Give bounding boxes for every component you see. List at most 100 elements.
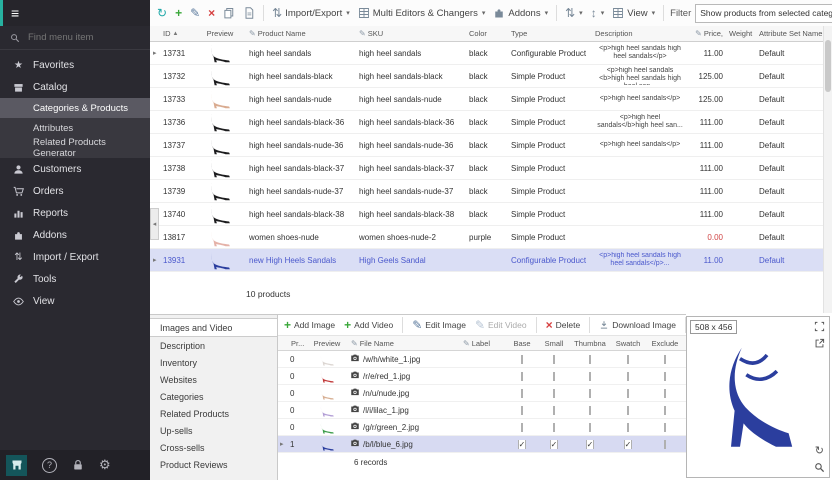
- checkbox[interactable]: [521, 355, 523, 364]
- checkbox[interactable]: [664, 372, 666, 381]
- checkbox[interactable]: [553, 355, 555, 364]
- table-row[interactable]: 13732 high heel sandals-black high heel …: [150, 65, 824, 88]
- table-row[interactable]: 13740 high heel sandals-black-38 high he…: [150, 203, 824, 226]
- tab-images-and-video[interactable]: Images and Video: [150, 318, 277, 337]
- checkbox[interactable]: [589, 372, 591, 381]
- open-external-button[interactable]: [814, 338, 825, 349]
- table-row[interactable]: 13738 high heel sandals-black-37 high he…: [150, 157, 824, 180]
- tab-cross-sells[interactable]: Cross-sells: [150, 439, 277, 456]
- paste-button[interactable]: [241, 5, 257, 21]
- sidebar-item-related-products-generator[interactable]: Related Products Generator: [0, 138, 150, 158]
- base-checkbox[interactable]: [506, 355, 538, 364]
- column-header-preview[interactable]: Preview: [194, 26, 246, 41]
- multi-editors-menu[interactable]: Multi Editors & Changers ▾: [356, 5, 488, 21]
- refresh-button[interactable]: ↻: [155, 5, 169, 21]
- thumbnail-checkbox[interactable]: [570, 389, 610, 398]
- checkbox[interactable]: [627, 372, 629, 381]
- base-checkbox[interactable]: [506, 406, 538, 415]
- media-row[interactable]: 0 /w/h/white_1.jpg: [278, 351, 686, 368]
- checkbox-checked[interactable]: ✓: [518, 440, 527, 449]
- small-checkbox[interactable]: ✓: [538, 440, 570, 449]
- exclude-checkbox[interactable]: [646, 406, 684, 415]
- addons-menu[interactable]: Addons ▾: [491, 5, 550, 21]
- checkbox[interactable]: [589, 389, 591, 398]
- column-header-exclude[interactable]: Exclude: [646, 336, 684, 350]
- media-row[interactable]: 0 /r/e/red_1.jpg: [278, 368, 686, 385]
- grid-scrollbar[interactable]: [823, 26, 832, 313]
- column-header-label[interactable]: ✎Label: [460, 336, 506, 350]
- add-image-button[interactable]: +Add Image: [282, 317, 337, 333]
- column-header-product-name[interactable]: ✎ Product Name: [246, 26, 356, 41]
- checkbox[interactable]: [521, 389, 523, 398]
- sidebar-item-catalog[interactable]: Catalog: [0, 76, 150, 98]
- thumbnail-checkbox[interactable]: [570, 372, 610, 381]
- media-row[interactable]: 0 /g/r/green_2.jpg: [278, 419, 686, 436]
- tab-description[interactable]: Description: [150, 337, 277, 354]
- scrollbar-thumb[interactable]: [825, 40, 831, 92]
- checkbox-checked[interactable]: ✓: [586, 440, 595, 449]
- column-header-id[interactable]: ID ▲: [160, 26, 194, 41]
- tab-inventory[interactable]: Inventory: [150, 354, 277, 371]
- category-filter-select[interactable]: Show products from selected categories ▾: [695, 4, 832, 23]
- small-checkbox[interactable]: [538, 372, 570, 381]
- column-header-type[interactable]: Type: [508, 26, 592, 41]
- fullscreen-button[interactable]: [814, 321, 825, 332]
- table-row[interactable]: 13739 high heel sandals-nude-37 high hee…: [150, 180, 824, 203]
- column-header-file-name[interactable]: ✎File Name: [348, 336, 460, 350]
- tab-websites[interactable]: Websites: [150, 371, 277, 388]
- sidebar-item-attributes[interactable]: Attributes: [0, 118, 150, 138]
- table-row[interactable]: 13737 high heel sandals-nude-36 high hee…: [150, 134, 824, 157]
- checkbox[interactable]: [521, 406, 523, 415]
- checkbox[interactable]: [521, 423, 523, 432]
- sidebar-item-favorites[interactable]: ★ Favorites: [0, 54, 150, 76]
- row-expander-icon[interactable]: ▸: [150, 256, 160, 264]
- zoom-button[interactable]: [814, 462, 825, 473]
- exclude-checkbox[interactable]: [646, 389, 684, 398]
- sidebar-item-categories-products[interactable]: Categories & Products: [0, 98, 150, 118]
- exclude-checkbox[interactable]: [646, 423, 684, 432]
- import-export-menu[interactable]: ⇅ Import/Export ▾: [270, 5, 352, 21]
- column-header-base[interactable]: Base: [506, 336, 538, 350]
- rotate-button[interactable]: ↻: [815, 446, 824, 457]
- edit-video-button[interactable]: ✎Edit Video: [473, 317, 529, 333]
- copy-button[interactable]: [221, 5, 237, 21]
- table-row[interactable]: 13733 high heel sandals-nude high heel s…: [150, 88, 824, 111]
- expand-menu-button[interactable]: ↕ ▾: [589, 5, 607, 21]
- base-checkbox[interactable]: [506, 389, 538, 398]
- sidebar-item-orders[interactable]: Orders: [0, 180, 150, 202]
- swatch-checkbox[interactable]: ✓: [610, 440, 646, 449]
- exclude-checkbox[interactable]: [646, 355, 684, 364]
- small-checkbox[interactable]: [538, 406, 570, 415]
- checkbox[interactable]: [553, 372, 555, 381]
- settings-button[interactable]: ⚙: [99, 457, 111, 473]
- column-header-attribute-set[interactable]: Attribute Set Name: [756, 26, 824, 41]
- row-expander-icon[interactable]: ▸: [150, 49, 160, 57]
- sidebar-item-import-export[interactable]: ⇅ Import / Export: [0, 246, 150, 268]
- column-header-swatch[interactable]: Swatch: [610, 336, 646, 350]
- thumbnail-checkbox[interactable]: ✓: [570, 440, 610, 449]
- edit-image-button[interactable]: ✎Edit Image: [410, 317, 468, 333]
- tab-related-products[interactable]: Related Products: [150, 405, 277, 422]
- column-header-price[interactable]: ✎ Price,: [688, 26, 726, 41]
- media-row-selected[interactable]: ▸ 1 /b/l/blue_6.jpg ✓ ✓ ✓ ✓: [278, 436, 686, 453]
- sort-menu-button[interactable]: ⇅ ▾: [563, 5, 585, 21]
- lock-button[interactable]: [72, 459, 84, 471]
- checkbox[interactable]: [553, 389, 555, 398]
- base-checkbox[interactable]: [506, 372, 538, 381]
- media-row[interactable]: 0 /l/i/lilac_1.jpg: [278, 402, 686, 419]
- table-row[interactable]: 13736 high heel sandals-black-36 high he…: [150, 111, 824, 134]
- column-header-position[interactable]: Pr...▲: [288, 336, 306, 350]
- small-checkbox[interactable]: [538, 355, 570, 364]
- download-image-button[interactable]: Download Image: [597, 318, 678, 332]
- column-header-preview[interactable]: Preview: [306, 336, 348, 350]
- table-row[interactable]: 13817 women shoes-nude women shoes-nude-…: [150, 226, 824, 249]
- help-button[interactable]: ?: [42, 458, 57, 473]
- checkbox[interactable]: [664, 423, 666, 432]
- sidebar-item-tools[interactable]: Tools: [0, 268, 150, 290]
- column-header-color[interactable]: Color: [466, 26, 508, 41]
- tab-categories[interactable]: Categories: [150, 388, 277, 405]
- base-checkbox[interactable]: [506, 423, 538, 432]
- view-menu[interactable]: View ▾: [610, 5, 657, 21]
- swatch-checkbox[interactable]: [610, 355, 646, 364]
- swatch-checkbox[interactable]: [610, 372, 646, 381]
